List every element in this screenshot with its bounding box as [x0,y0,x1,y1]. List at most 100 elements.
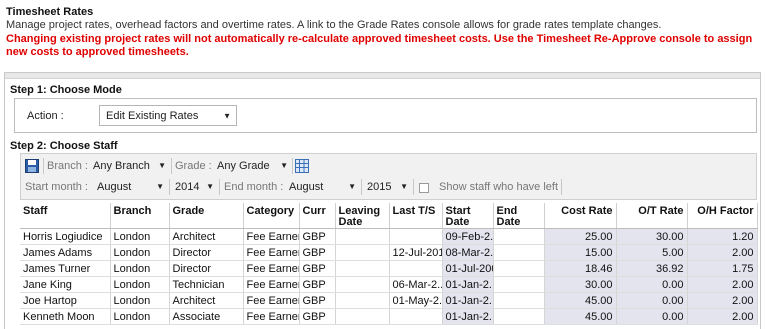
table-cell: 1.75 [687,260,758,277]
table-cell: 30.00 [544,276,617,293]
staff-rates-table: Staff Branch Grade Category Curr Leaving Date… [20,203,758,325]
table-cell [389,260,443,277]
separator [361,179,362,195]
chevron-down-icon: ▼ [280,161,288,170]
end-month-value: August [289,181,324,193]
table-cell: London [110,308,170,325]
page-description: Manage project rates, overhead factors a… [6,19,662,31]
table-cell: 18.46 [544,260,617,277]
table-header-row: Staff Branch Grade Category Curr Leaving Date… [20,203,758,229]
table-cell [335,292,390,309]
column-header-curr[interactable]: Curr [299,203,336,229]
table-cell: Kenneth Moon [20,308,111,325]
table-cell: 36.92 [616,260,688,277]
save-icon[interactable] [25,159,39,173]
table-cell: Fee Earner [243,292,300,309]
table-cell: 15.00 [544,244,617,261]
table-cell: GBP [299,228,336,245]
table-row[interactable]: Joe Hartop London Architect Fee Earner GBP 01… [20,292,758,309]
mode-box: Action : Edit Existing Rates ▼ [14,98,757,133]
column-header-leaving-date[interactable]: Leaving Date [335,203,390,229]
column-header-category[interactable]: Category [243,203,300,229]
table-row[interactable]: James Adams London Director Fee Earner GBP 12… [20,244,758,261]
grade-label: Grade : [175,160,212,172]
show-left-label[interactable]: Show staff who have left [439,181,558,193]
column-header-o-t-rate[interactable]: O/T Rate [616,203,688,229]
end-year-select[interactable]: 2015 ▼ [363,178,411,196]
table-cell [389,228,443,245]
table-body: Horris Logiudice London Architect Fee Earne… [20,228,758,325]
table-cell: Fee Earner [243,260,300,277]
grade-select[interactable]: Any Grade ▼ [213,157,291,175]
chevron-down-icon: ▼ [206,182,214,191]
table-cell: Director [169,260,244,277]
table-cell: Technician [169,276,244,293]
column-header-branch[interactable]: Branch [110,203,170,229]
end-month-select[interactable]: August ▼ [285,178,359,196]
table-cell: 01-May-2... [389,292,443,309]
separator [219,179,220,195]
table-cell: James Adams [20,244,111,261]
chevron-down-icon: ▼ [158,161,166,170]
table-cell: 01-Jan-2... [442,308,494,325]
column-header-staff[interactable]: Staff [20,203,111,229]
branch-select-value: Any Branch [93,160,150,172]
table-cell: 25.00 [544,228,617,245]
chevron-down-icon: ▼ [156,182,164,191]
start-month-value: August [97,181,132,193]
start-year-value: 2014 [175,181,200,193]
table-cell: GBP [299,292,336,309]
table-cell: 06-Mar-2... [389,276,443,293]
column-header-grade[interactable]: Grade [169,203,244,229]
column-header-start-date[interactable]: Start Date [442,203,494,229]
chevron-down-icon: ▼ [400,182,408,191]
column-header-cost-rate[interactable]: Cost Rate [544,203,617,229]
table-cell: Architect [169,228,244,245]
table-cell [493,260,545,277]
start-year-select[interactable]: 2014 ▼ [171,178,217,196]
table-row[interactable]: Kenneth Moon London Associate Fee Earner GBP… [20,308,758,325]
branch-label: Branch : [47,160,88,172]
table-cell: 2.00 [687,276,758,293]
end-month-label: End month : [224,181,284,193]
table-cell [389,308,443,325]
table-row[interactable]: James Turner London Director Fee Earner GBP 0… [20,260,758,277]
table-cell [493,308,545,325]
table-cell [493,276,545,293]
table-cell: 0.00 [616,308,688,325]
table-cell: Jane King [20,276,111,293]
table-cell: 09-Feb-2... [442,228,494,245]
grade-select-value: Any Grade [217,160,270,172]
branch-select[interactable]: Any Branch ▼ [89,157,169,175]
separator [171,158,172,174]
chevron-down-icon: ▼ [348,182,356,191]
column-header-o-h-factor[interactable]: O/H Factor [687,203,758,229]
table-cell: Horris Logiudice [20,228,111,245]
start-month-label: Start month : [25,181,88,193]
start-month-select[interactable]: August ▼ [93,178,167,196]
action-select[interactable]: Edit Existing Rates ▼ [99,105,237,126]
table-grid-icon[interactable] [295,159,309,173]
table-cell: GBP [299,244,336,261]
table-cell: Fee Earner [243,228,300,245]
separator [561,179,562,195]
table-cell: 45.00 [544,292,617,309]
table-row[interactable]: Jane King London Technician Fee Earner GBP 06… [20,276,758,293]
table-cell: 2.00 [687,244,758,261]
table-row[interactable]: Horris Logiudice London Architect Fee Earne… [20,228,758,245]
table-cell: 0.00 [616,292,688,309]
separator [292,158,293,174]
panel-header-bar [5,73,760,79]
table-cell [335,228,390,245]
table-cell: London [110,276,170,293]
table-cell [493,244,545,261]
table-cell: 0.00 [616,276,688,293]
table-cell [335,244,390,261]
column-header-last-t-s[interactable]: Last T/S [389,203,443,229]
show-left-checkbox[interactable] [419,183,429,193]
filter-toolbar: Branch : Any Branch ▼ Grade : Any Grade … [20,153,757,200]
column-header-end-date[interactable]: End Date [493,203,545,229]
table-cell: London [110,292,170,309]
separator [413,179,414,195]
table-cell: London [110,260,170,277]
